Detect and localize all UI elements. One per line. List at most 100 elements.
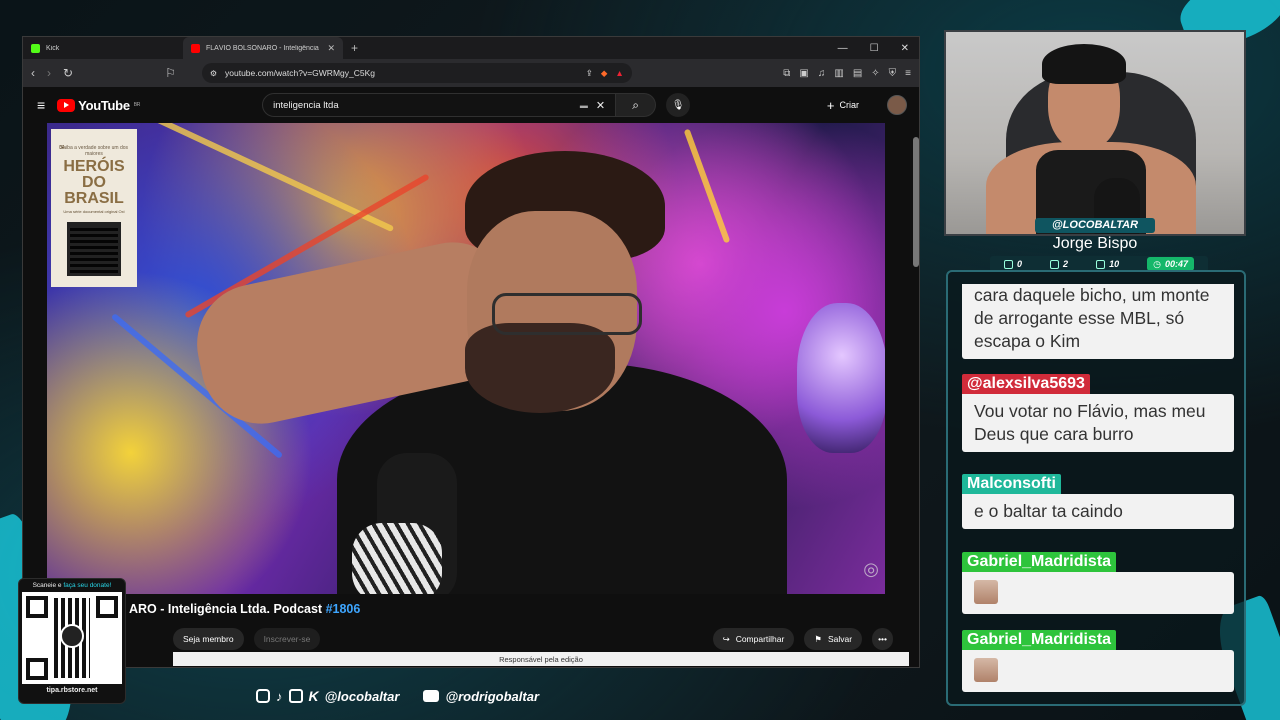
- extension-icon[interactable]: ⧉: [783, 68, 790, 79]
- join-label: Seja membro: [183, 634, 234, 644]
- microphone-icon: 🎙: [671, 99, 685, 111]
- twitch-icon: [288, 689, 303, 703]
- save-label: Salvar: [827, 634, 853, 644]
- join-button[interactable]: Seja membro: [173, 628, 244, 650]
- paint-streak: [683, 128, 731, 244]
- donate-site: tipa.rbstore.net: [46, 687, 98, 694]
- chat-username: Gabriel_Madridista: [962, 630, 1117, 650]
- search-input[interactable]: inteligencia ltda ▬ ✕: [262, 93, 617, 117]
- video-title-text: ARO - Inteligência Ltda. Podcast: [129, 602, 326, 616]
- voice-search-button[interactable]: 🎙: [666, 93, 691, 117]
- social-handle-2: @rodrigobaltar: [445, 688, 540, 704]
- url-field[interactable]: ⚙ youtube.com/watch?v=GWRMgy_C5Kg ⇪ ◆ ▲: [201, 63, 632, 83]
- youtube-play-icon: [57, 98, 76, 112]
- close-window-icon[interactable]: ✕: [901, 43, 909, 54]
- reload-icon[interactable]: ↻: [63, 66, 73, 80]
- host-glasses: [492, 293, 642, 335]
- video-icon: [1050, 259, 1060, 269]
- maximize-icon[interactable]: ☐: [870, 43, 879, 54]
- chat-message-body: [962, 650, 1234, 692]
- qr-finder: [26, 658, 48, 680]
- chat-message: @alexsilva5693 Vou votar no Flávio, mas …: [962, 374, 1234, 452]
- host-beard: [465, 323, 615, 413]
- tab-kick[interactable]: Kick: [23, 37, 183, 59]
- share-page-icon[interactable]: ⇪: [586, 68, 593, 79]
- hamburger-menu-icon[interactable]: ≡: [37, 97, 45, 113]
- right-actions: ↪ Compartilhar ⚑ Salvar •••: [712, 628, 903, 650]
- youtube-icon: [423, 690, 440, 702]
- emote-image: [974, 658, 998, 682]
- new-tab-button[interactable]: +: [343, 41, 366, 55]
- qr-logo-icon: [60, 624, 84, 648]
- share-button[interactable]: ↪ Compartilhar: [712, 628, 795, 650]
- brave-shield-icon[interactable]: ◆: [601, 68, 608, 79]
- clock-icon: ◷: [1153, 258, 1161, 269]
- address-bar: ‹ › ↻ ⚐ ⚙ youtube.com/watch?v=GWRMgy_C5K…: [23, 59, 919, 87]
- minimize-icon[interactable]: —: [838, 43, 848, 54]
- back-icon[interactable]: ‹: [31, 66, 35, 80]
- share-icon: ↪: [722, 633, 730, 644]
- brave-rewards-icon[interactable]: ▲: [615, 68, 623, 78]
- donate-caption: Scaneie e faça seu donate!: [19, 582, 125, 589]
- stat-viewers: 10: [1096, 259, 1119, 269]
- extensions-bar: ⧉ ▣ ♫ ▥ ▤ ✧ ⛨ ≡: [783, 68, 911, 79]
- chat-message: cara daquele bicho, um monte de arrogant…: [962, 284, 1234, 359]
- youtube-logo[interactable]: YouTube BR: [57, 98, 140, 113]
- page-scrollbar[interactable]: [913, 137, 919, 267]
- save-button[interactable]: ⚑ Salvar: [804, 628, 863, 650]
- mic-windscreen: [352, 523, 442, 594]
- youtube-wordmark: YouTube: [78, 97, 130, 113]
- chat-icon: [1004, 259, 1013, 269]
- tab-youtube[interactable]: FLÁVIO BOLSONARO - Inteligência ✕: [183, 37, 343, 59]
- bookmark-icon[interactable]: ⚐: [165, 66, 176, 80]
- channel-watermark-icon[interactable]: ◎: [863, 559, 879, 580]
- more-icon: •••: [878, 634, 887, 644]
- webcam-feed: [944, 30, 1246, 236]
- search-button[interactable]: ⌕: [616, 93, 657, 117]
- video-title-hashtag[interactable]: #1806: [326, 602, 361, 616]
- plus-icon: +: [826, 97, 835, 113]
- chat-username: Malconsofti: [962, 474, 1061, 494]
- close-tab-icon[interactable]: ✕: [327, 43, 335, 54]
- donate-qr-panel: Scaneie e faça seu donate! tipa.rbstore.…: [18, 578, 126, 704]
- site-info-icon[interactable]: ⚙: [210, 69, 217, 78]
- account-avatar[interactable]: [887, 95, 907, 115]
- video-player[interactable]: 04 Saiba a verdade sobre um dos maiores …: [47, 123, 885, 594]
- clear-search-icon[interactable]: ✕: [596, 99, 605, 112]
- search-query: inteligencia ltda: [273, 99, 339, 111]
- donate-caption-highlight: faça seu donate!: [63, 582, 112, 589]
- search-icon: ⌕: [632, 97, 639, 112]
- chat-message: Gabriel_Madridista: [962, 552, 1234, 614]
- vpn-icon[interactable]: ⛨: [889, 68, 897, 79]
- stat-viewers-value: 10: [1109, 259, 1120, 269]
- poster-tagline: Saiba a verdade sobre um dos maiores: [59, 145, 129, 157]
- keyboard-icon[interactable]: ▬: [580, 101, 588, 110]
- tiktok-icon: ♪: [276, 688, 283, 704]
- create-button[interactable]: + Criar: [827, 98, 859, 113]
- share-label: Compartilhar: [735, 634, 785, 644]
- social-handle-1: @locobaltar: [324, 688, 400, 704]
- stat-comments-value: 0: [1017, 259, 1023, 269]
- kick-icon: K: [308, 688, 319, 704]
- forward-icon[interactable]: ›: [47, 66, 51, 80]
- chat-message-text: cara daquele bicho, um monte de arrogant…: [962, 284, 1234, 359]
- viewers-icon: [1096, 259, 1106, 269]
- url-text: youtube.com/watch?v=GWRMgy_C5Kg: [225, 68, 375, 78]
- create-label: Criar: [839, 100, 860, 110]
- chat-message: Gabriel_Madridista: [962, 630, 1234, 692]
- stat-comments: 0: [1004, 259, 1022, 269]
- leo-icon[interactable]: ✧: [871, 68, 879, 79]
- chat-message-text: Vou votar no Flávio, mas meu Deus que ca…: [962, 394, 1234, 452]
- youtube-page: ≡ YouTube BR inteligencia ltda ▬ ✕ ⌕ 🎙 +…: [23, 87, 919, 667]
- emote-image: [974, 580, 998, 604]
- subscribe-button[interactable]: Inscrever-se: [253, 628, 321, 650]
- chat-panel: cara daquele bicho, um monte de arrogant…: [946, 270, 1246, 706]
- subscribe-label: Inscrever-se: [263, 634, 311, 644]
- music-icon[interactable]: ♫: [818, 68, 826, 79]
- more-actions-button[interactable]: •••: [872, 628, 893, 650]
- screenshot-icon[interactable]: ▣: [799, 68, 808, 79]
- wallet-icon[interactable]: ▤: [853, 68, 862, 79]
- sidebar-icon[interactable]: ▥: [834, 68, 843, 79]
- menu-icon[interactable]: ≡: [905, 68, 911, 79]
- editor-credit-bar: Responsável pela edição: [173, 652, 909, 666]
